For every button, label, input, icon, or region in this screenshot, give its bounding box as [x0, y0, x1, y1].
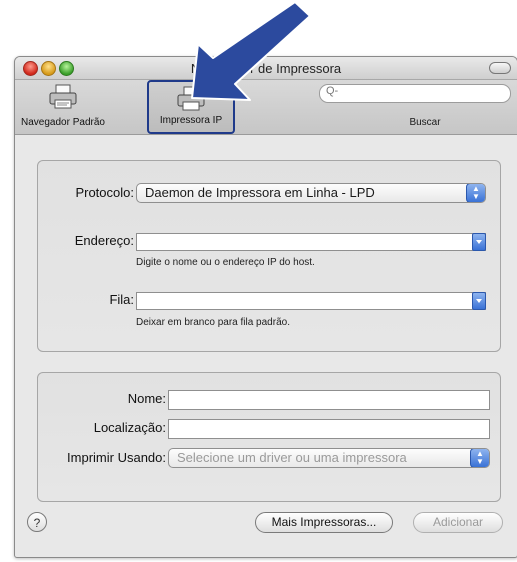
updown-arrows-icon: ▲ ▼	[470, 449, 489, 467]
address-label: Endereço:	[74, 233, 134, 248]
print-using-value: Selecione um driver ou uma impressora	[177, 450, 407, 465]
print-using-select[interactable]: Selecione um driver ou uma impressora ▲ ▼	[168, 448, 490, 468]
address-hint: Digite o nome ou o endereço IP do host.	[136, 257, 315, 268]
protocol-label: Protocolo:	[75, 185, 134, 200]
chevron-down-icon[interactable]	[472, 233, 486, 251]
queue-label: Fila:	[109, 292, 134, 307]
toolbar-toggle-button[interactable]	[489, 62, 511, 74]
printer-icon	[49, 84, 77, 109]
toolbar-default-browser-label: Navegador Padrão	[21, 117, 105, 128]
printer-browser-window: Navegador de Impressora Navegador Padrão	[14, 56, 517, 558]
printer-details-group: Nome: Localização: Imprimir Usando: Sele…	[37, 372, 501, 502]
toolbar-default-browser[interactable]: Navegador Padrão	[15, 80, 111, 134]
print-using-label: Imprimir Usando:	[67, 450, 166, 465]
connection-group: Protocolo: Daemon de Impressora em Linha…	[37, 160, 501, 352]
toolbar-ip-printer-label: Impressora IP	[159, 115, 223, 126]
location-label: Localização:	[93, 420, 166, 435]
address-combo[interactable]	[136, 233, 486, 251]
add-button[interactable]: Adicionar	[413, 512, 503, 533]
queue-combo[interactable]	[136, 292, 486, 310]
search-icon: Q-	[326, 85, 339, 97]
protocol-select[interactable]: Daemon de Impressora em Linha - LPD ▲ ▼	[136, 183, 486, 203]
name-label: Nome:	[127, 391, 166, 406]
annotation-arrow-icon	[191, 1, 310, 101]
updown-arrows-icon: ▲ ▼	[466, 184, 485, 202]
name-field[interactable]	[168, 390, 490, 410]
location-field[interactable]	[168, 419, 490, 439]
protocol-select-value: Daemon de Impressora em Linha - LPD	[145, 185, 375, 200]
toolbar-search-label: Buscar	[409, 117, 441, 128]
help-button[interactable]: ?	[27, 512, 47, 532]
queue-hint: Deixar em branco para fila padrão.	[136, 317, 290, 328]
search-input[interactable]: Q-	[319, 84, 511, 103]
chevron-down-icon[interactable]	[472, 292, 486, 310]
more-printers-button[interactable]: Mais Impressoras...	[255, 512, 393, 533]
